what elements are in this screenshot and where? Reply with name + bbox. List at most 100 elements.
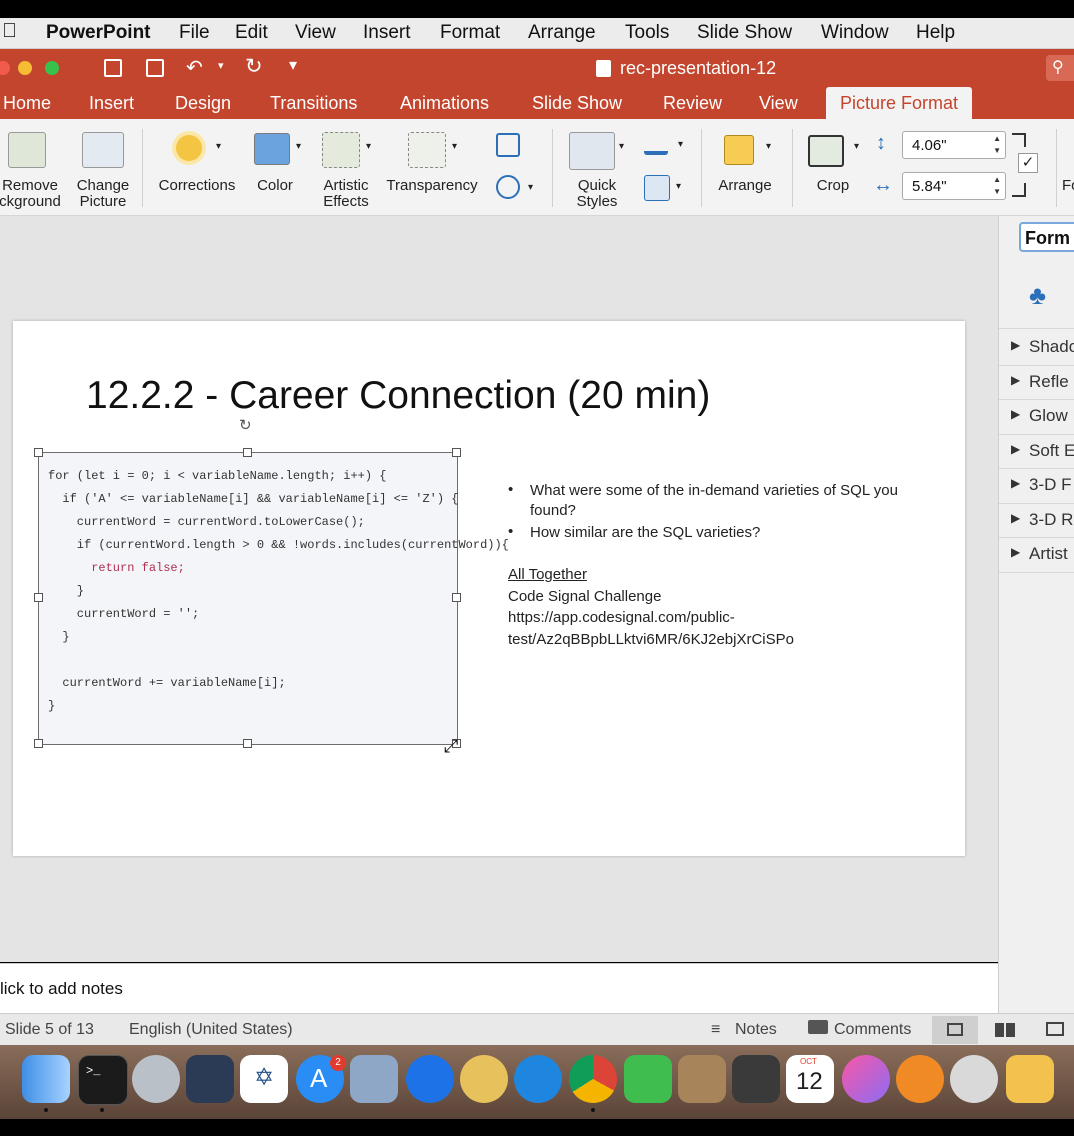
- arrange-label[interactable]: Arrange: [710, 178, 780, 194]
- crop-icon[interactable]: [808, 135, 844, 167]
- resize-handle-bottom[interactable]: [243, 739, 252, 748]
- contacts-icon[interactable]: [678, 1055, 726, 1103]
- calendar-icon[interactable]: OCT 12: [786, 1055, 834, 1103]
- expand-arrow-icon[interactable]: ▶: [1011, 338, 1020, 352]
- reading-view-icon[interactable]: [1046, 1022, 1064, 1036]
- tab-picture-format[interactable]: Picture Format: [826, 87, 973, 119]
- save-icon[interactable]: [146, 59, 164, 77]
- maps-pin-icon[interactable]: [406, 1055, 454, 1103]
- bullet-item[interactable]: How similar are the SQL varieties?: [530, 523, 920, 543]
- resize-handle-top-left[interactable]: [34, 448, 43, 457]
- fill-line-icon[interactable]: ♣: [1029, 280, 1046, 311]
- customize-toolbar-icon[interactable]: ▾: [289, 55, 297, 75]
- apple-icon[interactable]: : [2, 20, 17, 43]
- transparency-dropdown-icon[interactable]: ▾: [452, 141, 457, 152]
- challenge-text[interactable]: Code Signal Challenge: [508, 588, 661, 605]
- undo-dropdown-icon[interactable]: ▾: [218, 59, 224, 72]
- menu-file[interactable]: File: [179, 22, 210, 44]
- arrange-icon[interactable]: [724, 135, 754, 165]
- change-picture-label[interactable]: Change Picture: [70, 178, 136, 210]
- menu-edit[interactable]: Edit: [235, 22, 268, 44]
- menu-tools[interactable]: Tools: [625, 22, 669, 44]
- picture-effects-icon[interactable]: [644, 175, 670, 201]
- bullet-item[interactable]: What were some of the in-demand varietie…: [530, 481, 920, 521]
- tab-home[interactable]: Home: [3, 93, 51, 114]
- tab-view[interactable]: View: [759, 93, 798, 114]
- terminal-icon[interactable]: >_: [78, 1055, 128, 1105]
- rotate-handle-icon[interactable]: ↻: [239, 416, 252, 434]
- format-pane-tab[interactable]: Form: [1019, 222, 1074, 252]
- tableau-icon[interactable]: ✡: [240, 1055, 288, 1103]
- expand-arrow-icon[interactable]: ▶: [1011, 442, 1020, 456]
- pane-item-reflection[interactable]: Refle: [1029, 372, 1069, 392]
- code-picture[interactable]: for (let i = 0; i < variableName.length;…: [38, 452, 509, 745]
- facetime-icon[interactable]: [624, 1055, 672, 1103]
- zoom-window-button[interactable]: [45, 61, 59, 75]
- challenge-link-line-2[interactable]: test/Az2qBBpbLLktvi6MR/6KJ2ebjXrCiSPo: [508, 631, 794, 648]
- tab-review[interactable]: Review: [663, 93, 722, 114]
- safari-icon[interactable]: [514, 1055, 562, 1103]
- undo-icon[interactable]: ↶: [186, 55, 203, 80]
- resize-handle-left[interactable]: [34, 593, 43, 602]
- search-field[interactable]: ⚲: [1046, 55, 1074, 81]
- language-indicator[interactable]: English (United States): [129, 1021, 293, 1039]
- corrections-dropdown-icon[interactable]: ▾: [216, 141, 221, 152]
- pane-item-3d-format[interactable]: 3-D F: [1029, 475, 1072, 495]
- reset-picture-dropdown-icon[interactable]: ▾: [528, 182, 533, 193]
- pane-item-soft-edges[interactable]: Soft E: [1029, 441, 1074, 461]
- resize-handle-right[interactable]: [452, 593, 461, 602]
- transmit-truck-icon[interactable]: [1006, 1055, 1054, 1103]
- redo-icon[interactable]: ↻: [245, 54, 263, 79]
- compress-pictures-icon[interactable]: [496, 133, 520, 157]
- mission-control-icon[interactable]: [186, 1055, 234, 1103]
- crop-label[interactable]: Crop: [808, 178, 858, 194]
- format-pane-label[interactable]: Fo: [1062, 178, 1074, 194]
- notes-toggle-button[interactable]: Notes: [735, 1021, 777, 1039]
- tab-design[interactable]: Design: [175, 93, 231, 114]
- corrections-icon[interactable]: [176, 135, 202, 161]
- corrections-label[interactable]: Corrections: [152, 178, 242, 194]
- expand-arrow-icon[interactable]: ▶: [1011, 545, 1020, 559]
- expand-arrow-icon[interactable]: ▶: [1011, 407, 1020, 421]
- tab-slide-show[interactable]: Slide Show: [532, 93, 622, 114]
- challenge-link-line-1[interactable]: https://app.codesignal.com/public-: [508, 609, 735, 626]
- launchpad-icon[interactable]: [132, 1055, 180, 1103]
- transparency-label[interactable]: Transparency: [384, 178, 480, 194]
- tab-transitions[interactable]: Transitions: [270, 93, 357, 114]
- crop-dropdown-icon[interactable]: ▾: [854, 141, 859, 152]
- mail-icon[interactable]: [350, 1055, 398, 1103]
- finder-icon[interactable]: [22, 1055, 70, 1103]
- color-icon[interactable]: [254, 133, 290, 165]
- remove-background-label[interactable]: Remove ckground: [0, 178, 66, 210]
- remove-background-icon[interactable]: [8, 132, 46, 168]
- all-together-heading[interactable]: All Together: [508, 566, 587, 583]
- music-icon[interactable]: [842, 1055, 890, 1103]
- no-entry-icon[interactable]: [950, 1055, 998, 1103]
- normal-view-button[interactable]: [932, 1016, 978, 1044]
- resize-handle-bottom-left[interactable]: [34, 739, 43, 748]
- arrange-dropdown-icon[interactable]: ▾: [766, 141, 771, 152]
- expand-arrow-icon[interactable]: ▶: [1011, 511, 1020, 525]
- color-dropdown-icon[interactable]: ▾: [296, 141, 301, 152]
- pane-item-shadow[interactable]: Shado: [1029, 337, 1074, 357]
- menu-view[interactable]: View: [295, 22, 336, 44]
- minimize-window-button[interactable]: [18, 61, 32, 75]
- comments-icon[interactable]: [808, 1020, 828, 1034]
- sidebar-toggle-icon[interactable]: [104, 59, 122, 77]
- expand-arrow-icon[interactable]: ▶: [1011, 373, 1020, 387]
- artistic-effects-dropdown-icon[interactable]: ▾: [366, 141, 371, 152]
- artistic-effects-icon[interactable]: [322, 132, 360, 168]
- picture-border-dropdown-icon[interactable]: ▾: [678, 139, 683, 150]
- photo-booth-icon[interactable]: [732, 1055, 780, 1103]
- tab-insert[interactable]: Insert: [89, 93, 134, 114]
- picture-border-icon[interactable]: [644, 133, 668, 155]
- lock-aspect-checkbox[interactable]: ✓: [1018, 153, 1038, 173]
- quick-styles-icon[interactable]: [569, 132, 615, 170]
- pane-item-3d-rotation[interactable]: 3-D R: [1029, 510, 1073, 530]
- pane-item-artistic-effects[interactable]: Artist: [1029, 544, 1068, 564]
- menu-help[interactable]: Help: [916, 22, 955, 44]
- resize-handle-top[interactable]: [243, 448, 252, 457]
- quick-styles-dropdown-icon[interactable]: ▾: [619, 141, 624, 152]
- notes-placeholder[interactable]: lick to add notes: [0, 979, 123, 999]
- menu-insert[interactable]: Insert: [363, 22, 411, 44]
